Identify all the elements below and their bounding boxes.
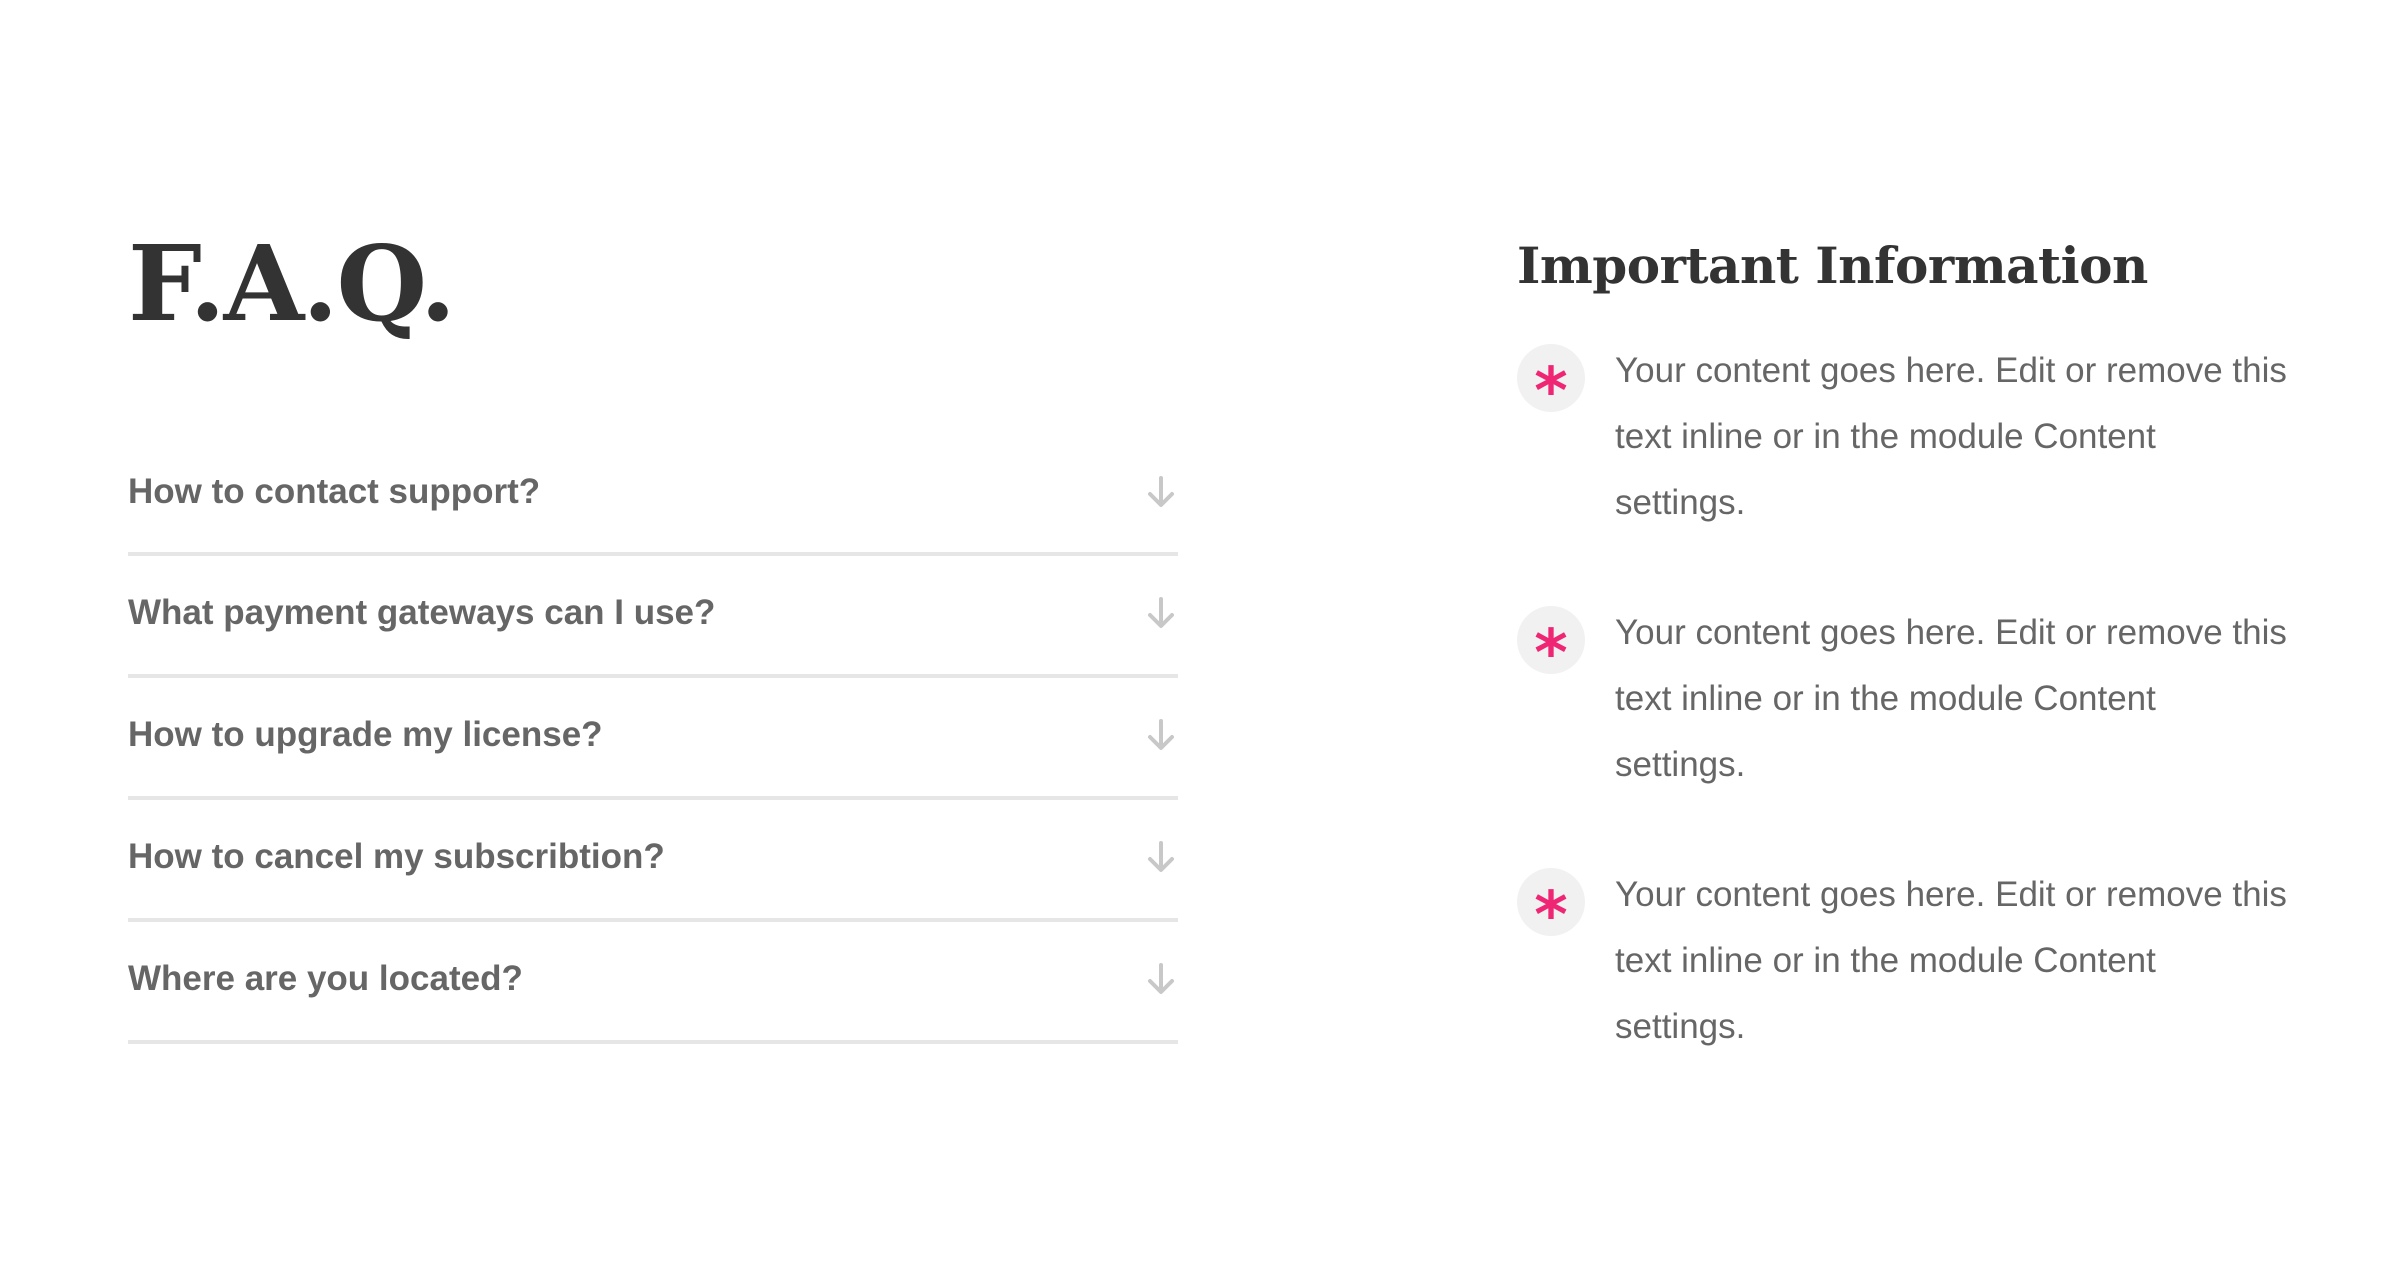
arrow-down-icon — [1144, 596, 1178, 630]
info-item: * Your content goes here. Edit or remove… — [1517, 600, 2317, 798]
faq-toggle-location[interactable]: Where are you located? — [128, 922, 1178, 1044]
faq-question: How to cancel my subscribtion? — [128, 837, 665, 876]
faq-accordion: How to contact support? What payment gat… — [128, 436, 1178, 1044]
faq-toggle-contact-support[interactable]: How to contact support? — [128, 436, 1178, 556]
arrow-down-icon — [1144, 962, 1178, 996]
arrow-down-icon — [1144, 840, 1178, 874]
info-item: * Your content goes here. Edit or remove… — [1517, 862, 2317, 1060]
asterisk-icon: * — [1517, 344, 1585, 424]
faq-question: How to upgrade my license? — [128, 715, 603, 754]
info-list: * Your content goes here. Edit or remove… — [1517, 338, 2317, 1060]
asterisk-icon: * — [1517, 606, 1585, 686]
asterisk-icon: * — [1517, 868, 1585, 948]
info-text: Your content goes here. Edit or remove t… — [1615, 351, 2287, 522]
faq-question: Where are you located? — [128, 959, 523, 998]
faq-toggle-payment-gateways[interactable]: What payment gateways can I use? — [128, 556, 1178, 678]
faq-question: How to contact support? — [128, 472, 541, 511]
info-text: Your content goes here. Edit or remove t… — [1615, 613, 2287, 784]
faq-title: F.A.Q. — [128, 222, 456, 345]
info-title: Important Information — [1517, 236, 2148, 295]
faq-toggle-cancel-subscription[interactable]: How to cancel my subscribtion? — [128, 800, 1178, 922]
important-info-section: Important Information * Your content goe… — [1517, 230, 2317, 1124]
arrow-down-icon — [1144, 475, 1178, 509]
arrow-down-icon — [1144, 718, 1178, 752]
info-text: Your content goes here. Edit or remove t… — [1615, 875, 2287, 1046]
faq-toggle-upgrade-license[interactable]: How to upgrade my license? — [128, 678, 1178, 800]
faq-section: F.A.Q. How to contact support? What paym… — [128, 220, 1178, 1044]
faq-question: What payment gateways can I use? — [128, 593, 716, 632]
info-item: * Your content goes here. Edit or remove… — [1517, 338, 2317, 536]
